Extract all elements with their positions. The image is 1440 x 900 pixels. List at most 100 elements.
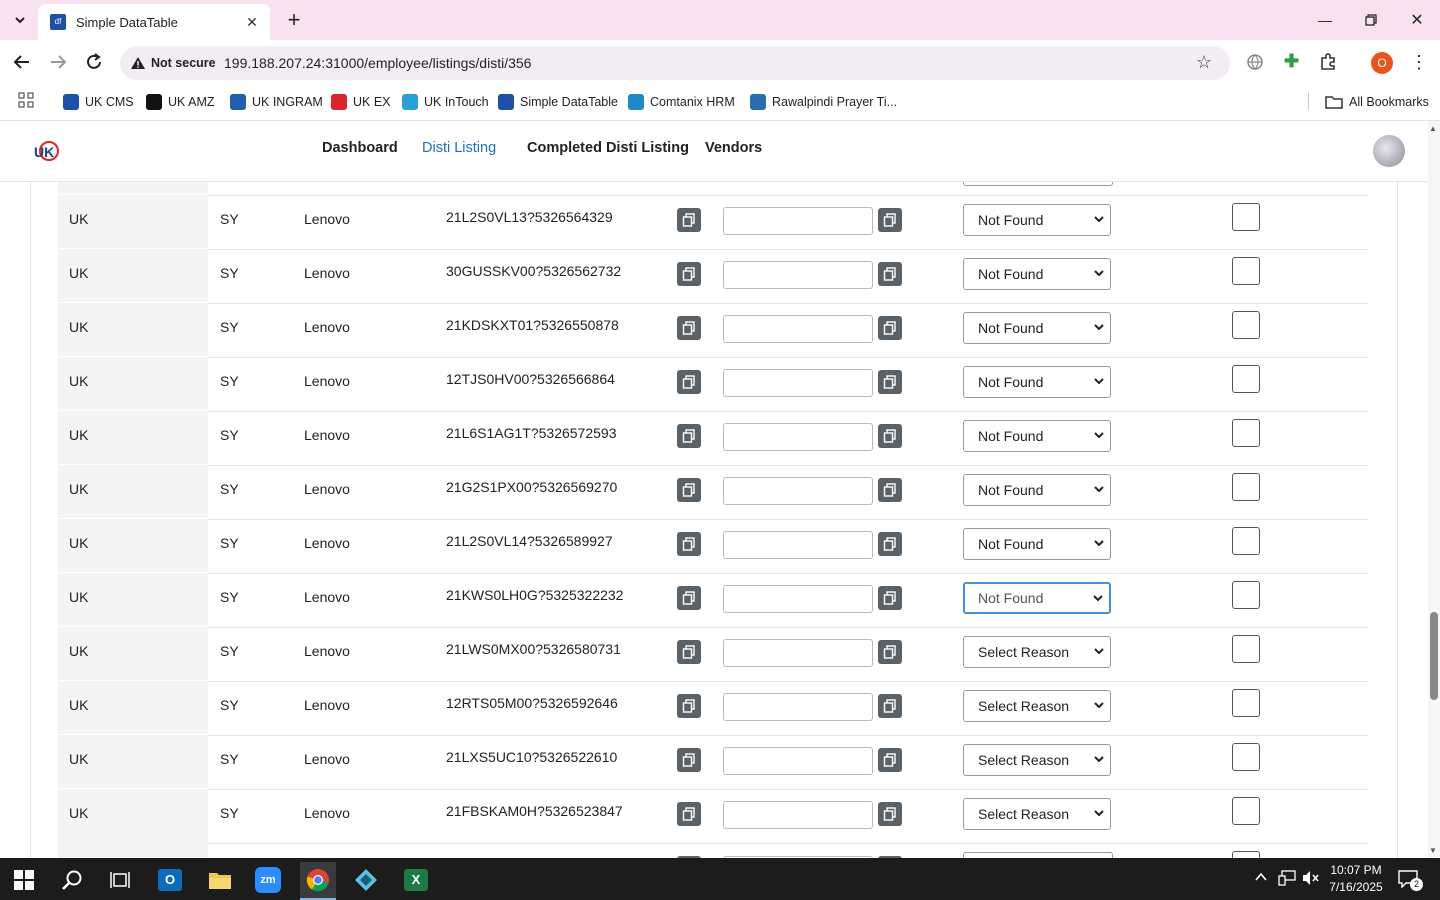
- row-checkbox[interactable]: [1232, 365, 1260, 393]
- apps-button[interactable]: [18, 92, 34, 108]
- scroll-up-arrow[interactable]: ▲: [1429, 124, 1437, 133]
- app-logo[interactable]: UK: [32, 137, 60, 165]
- network-tray-button[interactable]: [1278, 870, 1296, 891]
- chrome-taskbar-button[interactable]: [300, 862, 336, 900]
- bookmark-item[interactable]: Comtanix HRM: [628, 92, 735, 112]
- row-checkbox[interactable]: [1232, 203, 1260, 231]
- row-checkbox[interactable]: [1232, 527, 1260, 555]
- copy-value-button[interactable]: [878, 586, 902, 610]
- copy-value-button[interactable]: [878, 316, 902, 340]
- copy-sku-button[interactable]: [677, 262, 701, 286]
- copy-sku-button[interactable]: [677, 694, 701, 718]
- copy-value-button[interactable]: [878, 640, 902, 664]
- bookmark-item[interactable]: UK CMS: [63, 92, 134, 112]
- copy-sku-button[interactable]: [677, 586, 701, 610]
- bookmark-item[interactable]: Rawalpindi Prayer Ti...: [750, 92, 897, 112]
- bookmark-star-button[interactable]: ☆: [1196, 52, 1212, 73]
- bookmark-item[interactable]: UK AMZ: [146, 92, 215, 112]
- copy-sku-button[interactable]: [677, 532, 701, 556]
- row-checkbox[interactable]: [1232, 797, 1260, 825]
- back-button[interactable]: [10, 50, 34, 74]
- row-checkbox[interactable]: [1232, 473, 1260, 501]
- tray-overflow-button[interactable]: [1254, 870, 1268, 887]
- value-input[interactable]: [723, 261, 873, 289]
- scrollbar-thumb[interactable]: [1430, 612, 1438, 700]
- copy-value-button[interactable]: [878, 694, 902, 718]
- extension-button[interactable]: ✚: [1284, 51, 1299, 72]
- bookmark-item[interactable]: Simple DataTable: [498, 92, 618, 112]
- copy-sku-button[interactable]: [677, 208, 701, 232]
- row-checkbox[interactable]: [1232, 419, 1260, 447]
- reason-select[interactable]: Not Found: [963, 420, 1111, 452]
- file-explorer-taskbar-button[interactable]: [202, 862, 238, 898]
- copy-sku-button[interactable]: [677, 424, 701, 448]
- bookmark-item[interactable]: UK InTouch: [402, 92, 489, 112]
- row-checkbox[interactable]: [1232, 581, 1260, 609]
- reload-button[interactable]: [82, 50, 106, 74]
- taskbar-search-button[interactable]: [54, 862, 90, 898]
- copy-sku-button[interactable]: [677, 640, 701, 664]
- copy-value-button[interactable]: [878, 532, 902, 556]
- value-input[interactable]: [723, 315, 873, 343]
- reason-select[interactable]: Select Reason: [963, 636, 1111, 668]
- browser-menu-button[interactable]: ⋮: [1410, 52, 1428, 73]
- tab-close-icon[interactable]: ✕: [244, 14, 260, 31]
- notification-center-button[interactable]: 2: [1398, 870, 1423, 891]
- value-input[interactable]: [723, 693, 873, 721]
- nav-disti-listing[interactable]: Disti Listing: [422, 140, 496, 156]
- translate-button[interactable]: [1246, 53, 1264, 71]
- url-text[interactable]: 199.188.207.24:31000/employee/listings/d…: [224, 55, 531, 71]
- close-window-button[interactable]: ✕: [1394, 0, 1440, 40]
- copy-sku-button[interactable]: [677, 478, 701, 502]
- bookmark-item[interactable]: UK EX: [331, 92, 391, 112]
- value-input[interactable]: [723, 423, 873, 451]
- extensions-menu-button[interactable]: [1318, 52, 1338, 72]
- zoom-taskbar-button[interactable]: zm: [250, 862, 286, 898]
- user-avatar[interactable]: [1373, 135, 1405, 167]
- bookmark-item[interactable]: UK INGRAM: [230, 92, 323, 112]
- new-tab-button[interactable]: +: [282, 8, 306, 32]
- copy-sku-button[interactable]: [677, 748, 701, 772]
- reason-select[interactable]: Not Found: [963, 474, 1111, 506]
- minimize-button[interactable]: —: [1302, 0, 1348, 40]
- copy-value-button[interactable]: [878, 262, 902, 286]
- forward-button[interactable]: [46, 50, 70, 74]
- copy-value-button[interactable]: [878, 478, 902, 502]
- row-checkbox[interactable]: [1232, 689, 1260, 717]
- value-input[interactable]: [723, 747, 873, 775]
- nav-completed-disti-listing[interactable]: Completed Disti Listing: [527, 140, 689, 156]
- security-chip[interactable]: Not secure: [126, 50, 216, 76]
- scroll-down-arrow[interactable]: ▼: [1429, 846, 1437, 855]
- page-scrollbar[interactable]: [1428, 121, 1440, 858]
- value-input[interactable]: [723, 531, 873, 559]
- copy-value-button[interactable]: [878, 802, 902, 826]
- copy-sku-button[interactable]: [677, 370, 701, 394]
- taskbar-clock[interactable]: 10:07 PM 7/16/2025: [1318, 862, 1394, 896]
- tab-search-button[interactable]: [8, 8, 32, 32]
- task-view-button[interactable]: [102, 862, 138, 898]
- value-input[interactable]: [723, 639, 873, 667]
- row-checkbox[interactable]: [1232, 635, 1260, 663]
- copy-sku-button[interactable]: [677, 316, 701, 340]
- copy-value-button[interactable]: [878, 748, 902, 772]
- nav-dashboard[interactable]: Dashboard: [322, 140, 398, 156]
- row-checkbox[interactable]: [1232, 257, 1260, 285]
- copy-value-button[interactable]: [878, 370, 902, 394]
- reason-select[interactable]: Not Found: [963, 582, 1111, 614]
- browser-tab[interactable]: df Simple DataTable ✕: [38, 4, 270, 40]
- nav-vendors[interactable]: Vendors: [705, 140, 762, 156]
- value-input[interactable]: [723, 585, 873, 613]
- value-input[interactable]: [723, 477, 873, 505]
- copy-value-button[interactable]: [878, 424, 902, 448]
- row-checkbox[interactable]: [1232, 743, 1260, 771]
- copy-sku-button[interactable]: [677, 802, 701, 826]
- app-taskbar-button[interactable]: [348, 862, 384, 898]
- all-bookmarks-button[interactable]: All Bookmarks: [1325, 92, 1429, 112]
- reason-select[interactable]: Not Found: [963, 312, 1111, 344]
- reason-select[interactable]: Not Found: [963, 204, 1111, 236]
- profile-avatar[interactable]: O: [1371, 52, 1393, 74]
- reason-select[interactable]: Not Found: [963, 528, 1111, 560]
- outlook-taskbar-button[interactable]: O: [152, 862, 188, 898]
- value-input[interactable]: [723, 801, 873, 829]
- reason-select[interactable]: Select Reason: [963, 798, 1111, 830]
